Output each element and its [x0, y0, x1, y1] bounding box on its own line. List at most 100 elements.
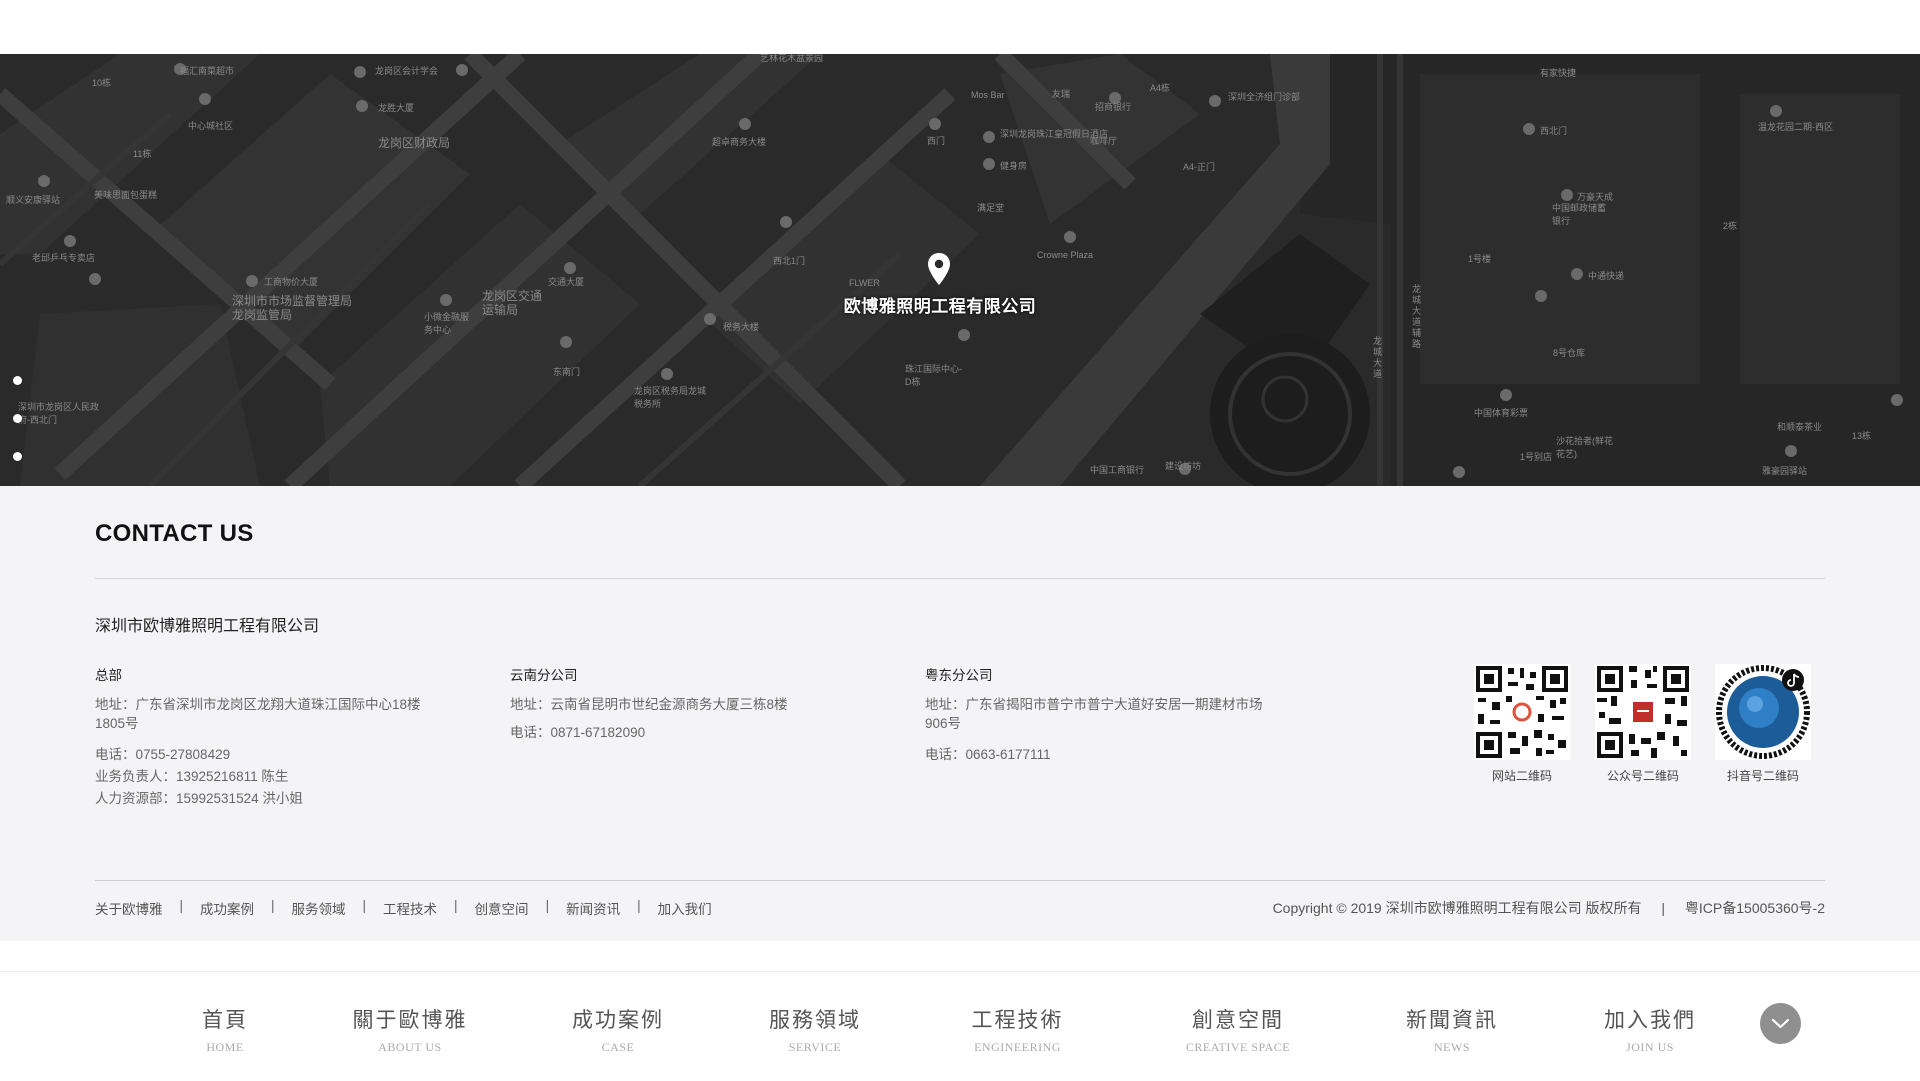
- office-title: 总部: [95, 668, 122, 683]
- map-label: 深圳市龙岗区人民政府-西北门: [18, 402, 100, 425]
- office-title: 粤东分公司: [925, 668, 993, 683]
- separator: |: [271, 898, 275, 913]
- map-label: 中国邮政储蓄银行: [1552, 203, 1607, 226]
- map-label: A4-正门: [1183, 162, 1216, 172]
- nav-sublabel: ENGINEERING: [974, 1040, 1061, 1054]
- qr-douyin-icon: [1715, 664, 1811, 760]
- map-label: 8号仓库: [1553, 348, 1586, 358]
- map-label: 中心城社区: [188, 121, 234, 131]
- map-label: 深圳市市场监督管理局龙岗监管局: [232, 294, 353, 322]
- map-label: 艺林花木盆景园: [760, 54, 824, 63]
- footer-link-engineering[interactable]: 工程技术: [383, 898, 437, 918]
- map-label: 顺义安康驿站: [6, 195, 61, 205]
- map-label: 税务大楼: [723, 322, 760, 332]
- map-label: 雅豪园驿站: [1762, 466, 1808, 476]
- map-label: 交通大厦: [548, 277, 585, 287]
- separator: |: [637, 898, 641, 913]
- location-pin-icon[interactable]: [927, 252, 951, 286]
- footer-link-join[interactable]: 加入我们: [658, 898, 712, 918]
- footer-links: 关于欧博雅 | 成功案例 | 服务领域 | 工程技术 | 创意空间 | 新闻资讯…: [95, 898, 712, 918]
- office-phone: 电话：0871-67182090: [510, 725, 646, 740]
- page-dot[interactable]: [13, 376, 22, 385]
- map-label: 龙胜大厦: [378, 103, 415, 113]
- map-label: 工商物价大厦: [264, 277, 319, 287]
- map-label: 10栋: [92, 78, 112, 88]
- company-name: 深圳市欧博雅照明工程有限公司: [95, 618, 320, 635]
- office-hr-contact: 人力资源部：15992531524 洪小姐: [95, 791, 303, 806]
- nav-item-join[interactable]: 加入我們 JOIN US: [1590, 1004, 1710, 1055]
- separator: |: [179, 898, 184, 913]
- office-business-contact: 业务负责人：13925216811 陈生: [95, 769, 289, 784]
- separator: |: [1661, 900, 1666, 916]
- map-label: 有家快捷: [1540, 68, 1577, 78]
- nav-item-news[interactable]: 新聞資訊 NEWS: [1392, 1004, 1512, 1055]
- qr-caption: 抖音号二维码: [1726, 769, 1799, 783]
- map-label: 龙岗区税务局龙城税务所: [634, 386, 707, 409]
- office-yuedong: 粤东分公司 地址：广东省揭阳市普宁市普宁大道好安居一期建材市场906号 电话：0…: [925, 666, 1280, 769]
- separator: |: [454, 898, 458, 913]
- map-label: 招商银行: [1095, 102, 1132, 112]
- map-label: Crowne Plaza: [1037, 250, 1094, 260]
- map-label: 东南门: [553, 367, 581, 377]
- footer-link-about[interactable]: 关于欧博雅: [95, 898, 163, 918]
- nav-item-creative[interactable]: 創意空間 CREATIVE SPACE: [1168, 1004, 1308, 1055]
- map-label: 1号别店: [1520, 452, 1553, 462]
- map-company-label: 欧博雅照明工程有限公司: [843, 297, 1037, 316]
- scroll-down-button[interactable]: [1760, 1003, 1801, 1044]
- nav-label: 關于歐博雅: [352, 1008, 468, 1032]
- map-label: 超卓商务大楼: [712, 137, 767, 147]
- map-label: 中通快递: [1588, 271, 1625, 281]
- qr-caption: 公众号二维码: [1606, 769, 1679, 783]
- map-label: 福汇南菜超市: [180, 66, 235, 76]
- map-label: 咖啡厅: [1090, 136, 1118, 146]
- nav-item-service[interactable]: 服務領域 SERVICE: [755, 1004, 875, 1055]
- nav-item-case[interactable]: 成功案例 CASE: [558, 1004, 678, 1055]
- qr-website: 网站二维码: [1472, 664, 1572, 784]
- map-label: 龙岗区交通运输局: [482, 289, 543, 317]
- map-label: 西北1门: [773, 256, 806, 266]
- map-label: 温龙花园二期-西区: [1758, 122, 1833, 132]
- nav-item-engineering[interactable]: 工程技術 ENGINEERING: [955, 1004, 1080, 1055]
- nav-sublabel: SERVICE: [788, 1040, 842, 1054]
- map-label: 1号楼: [1468, 254, 1492, 264]
- nav-label: 首頁: [202, 1008, 248, 1032]
- location-map[interactable]: 福汇南菜超市 龙岗区会计学会 艺林花木盆景园 中心城社区 龙岗区财政局 超卓商务…: [0, 54, 1920, 486]
- contact-section: CONTACT US 深圳市欧博雅照明工程有限公司 总部 地址：广东省深圳市龙岗…: [0, 486, 1920, 941]
- top-header-strip: [0, 0, 1920, 54]
- map-label: FLWER: [849, 278, 880, 288]
- copyright: Copyright © 2019 深圳市欧博雅照明工程有限公司 版权所有 | 粤…: [1273, 898, 1825, 918]
- divider: [95, 578, 1825, 579]
- page-dot[interactable]: [13, 452, 22, 461]
- map-label: 13栋: [1852, 431, 1872, 441]
- office-headquarters: 总部 地址：广东省深圳市龙岗区龙翔大道珠江国际中心18楼1805号 电话：075…: [95, 666, 440, 813]
- map-label: 龙城大道: [1373, 336, 1383, 379]
- qr-wechat-icon: [1595, 664, 1691, 760]
- map-label: Mos Bar: [971, 90, 1005, 100]
- office-address: 地址：云南省昆明市世纪金源商务大厦三栋8楼: [510, 697, 788, 712]
- nav-sublabel: JOIN US: [1626, 1040, 1674, 1054]
- office-title: 云南分公司: [510, 668, 578, 683]
- page-dot[interactable]: [13, 414, 22, 423]
- separator: |: [362, 898, 367, 913]
- nav-sublabel: ABOUT US: [378, 1040, 442, 1054]
- map-label: 小微金融服务中心: [424, 312, 470, 335]
- map-label: 西门: [927, 136, 946, 146]
- nav-item-about[interactable]: 關于歐博雅 ABOUT US: [340, 1004, 480, 1055]
- map-label: 友瑞: [1052, 89, 1071, 99]
- footer-link-services[interactable]: 服务领域: [292, 898, 346, 918]
- nav-sublabel: HOME: [206, 1040, 244, 1054]
- footer-link-creative[interactable]: 创意空间: [475, 898, 529, 918]
- footer-link-news[interactable]: 新闻资讯: [566, 898, 620, 918]
- footer-link-cases[interactable]: 成功案例: [200, 898, 254, 918]
- nav-sublabel: CREATIVE SPACE: [1185, 1040, 1291, 1054]
- separator: |: [545, 898, 550, 913]
- icp-link[interactable]: 粤ICP备15005360号-2: [1685, 900, 1825, 916]
- nav-label: 創意空間: [1192, 1008, 1284, 1032]
- map-label: 和顺泰茶业: [1777, 422, 1823, 432]
- map-label: 满足堂: [977, 203, 1005, 213]
- nav-item-home[interactable]: 首頁 HOME: [175, 1004, 275, 1055]
- map-label: A4栋: [1150, 83, 1171, 93]
- map-label: 中国体育彩票: [1474, 408, 1529, 418]
- map-label: 龙城大道辅路: [1412, 284, 1422, 349]
- office-phone: 电话：0755-27808429: [95, 747, 231, 762]
